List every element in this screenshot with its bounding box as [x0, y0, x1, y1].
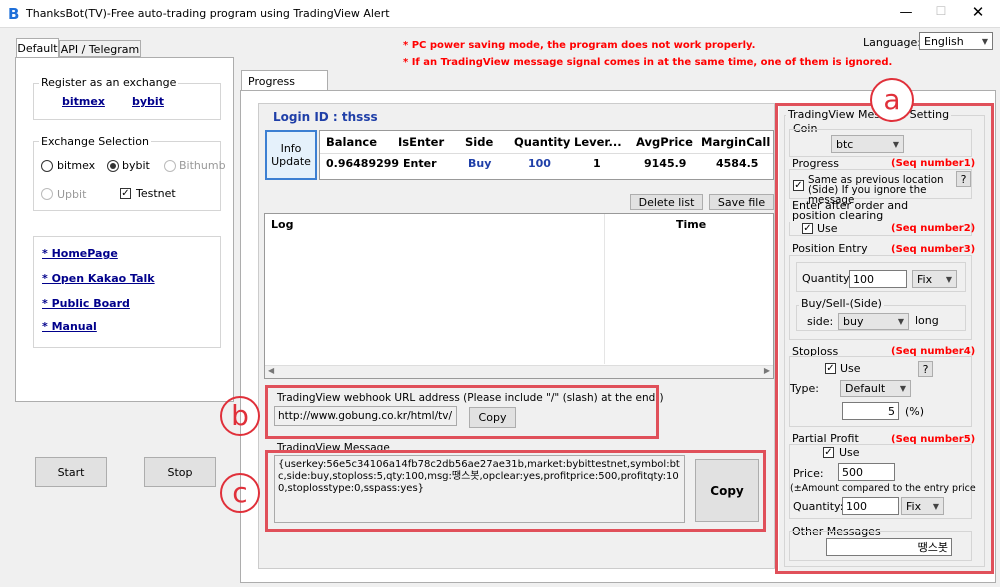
scroll-right-icon[interactable]: ▶	[764, 366, 770, 375]
start-button[interactable]: Start	[35, 457, 107, 487]
app-logo-icon: B	[8, 5, 20, 23]
language-value: English	[924, 34, 964, 48]
val-avgprice: 9145.9	[644, 157, 687, 170]
radio-bithumb	[164, 160, 176, 172]
minimize-button[interactable]: —	[896, 5, 916, 21]
kakao-talk-link[interactable]: * Open Kakao Talk	[42, 272, 155, 285]
scroll-left-icon[interactable]: ◀	[268, 366, 274, 375]
exchange-title: Exchange Selection	[39, 135, 151, 148]
log-col-divider	[604, 214, 605, 364]
testnet-label: Testnet	[136, 187, 176, 200]
col-avgprice: AvgPrice	[636, 135, 693, 149]
register-title: Register as an exchange	[39, 76, 179, 89]
testnet-checkbox[interactable]: ✓	[120, 188, 131, 199]
radio-bybit[interactable]	[107, 160, 119, 172]
public-board-link[interactable]: * Public Board	[42, 297, 130, 310]
annotation-label-c: c	[220, 473, 260, 513]
val-quantity: 100	[528, 157, 551, 170]
col-isenter: IsEnter	[398, 135, 445, 149]
radio-bithumb-label: Bithumb	[179, 159, 226, 172]
register-bitmex-link[interactable]: bitmex	[62, 95, 105, 108]
window-title: ThanksBot(TV)-Free auto-trading program …	[26, 7, 390, 20]
col-balance: Balance	[326, 135, 378, 149]
col-quantity: Quantity	[514, 135, 571, 149]
col-margincall: MarginCall	[701, 135, 771, 149]
login-id: Login ID : thsss	[273, 110, 378, 124]
close-button[interactable]: ✕	[968, 3, 988, 21]
log-col-log: Log	[271, 218, 294, 231]
title-bar: B ThanksBot(TV)-Free auto-trading progra…	[0, 0, 1000, 28]
radio-upbit-label: Upbit	[57, 188, 87, 201]
tab-default[interactable]: Default	[16, 38, 59, 58]
log-col-time: Time	[676, 218, 707, 231]
col-leverage: Lever...	[574, 135, 622, 149]
chevron-down-icon: ▼	[981, 36, 988, 46]
notice-power-saving: * PC power saving mode, the program does…	[403, 40, 756, 51]
val-margincall: 4584.5	[716, 157, 759, 170]
stop-button[interactable]: Stop	[144, 457, 216, 487]
radio-bybit-label: bybit	[122, 159, 150, 172]
val-side: Buy	[468, 157, 492, 170]
notice-signal-conflict: * If an TradingView message signal comes…	[403, 57, 893, 68]
val-leverage: 1	[593, 157, 601, 170]
tab-api-telegram[interactable]: API / Telegram	[59, 40, 141, 57]
annotation-box-a	[775, 103, 994, 574]
homepage-link[interactable]: * HomePage	[42, 247, 118, 260]
annotation-label-b: b	[220, 396, 260, 436]
language-label: Language:	[863, 36, 921, 49]
manual-link[interactable]: * Manual	[42, 320, 97, 333]
log-list[interactable]	[264, 213, 774, 379]
radio-upbit	[41, 188, 53, 200]
stats-divider	[320, 153, 773, 154]
annotation-box-b	[265, 385, 659, 439]
radio-bitmex-label: bitmex	[57, 159, 96, 172]
val-isenter: Enter	[403, 157, 437, 170]
info-update-button[interactable]: Info Update	[265, 130, 317, 180]
annotation-box-c	[265, 450, 766, 532]
save-file-button[interactable]: Save file	[709, 194, 774, 210]
val-balance: 0.96489299	[326, 157, 400, 170]
radio-bitmex[interactable]	[41, 160, 53, 172]
log-hscrollbar[interactable]: ◀ ▶	[265, 365, 773, 378]
delete-list-button[interactable]: Delete list	[630, 194, 703, 210]
annotation-label-a: a	[870, 78, 914, 122]
col-side: Side	[465, 135, 494, 149]
language-select[interactable]: English ▼	[919, 32, 993, 50]
maximize-button[interactable]: ☐	[933, 4, 949, 20]
register-bybit-link[interactable]: bybit	[132, 95, 164, 108]
tab-progress-board[interactable]: Progress Board	[241, 70, 328, 101]
